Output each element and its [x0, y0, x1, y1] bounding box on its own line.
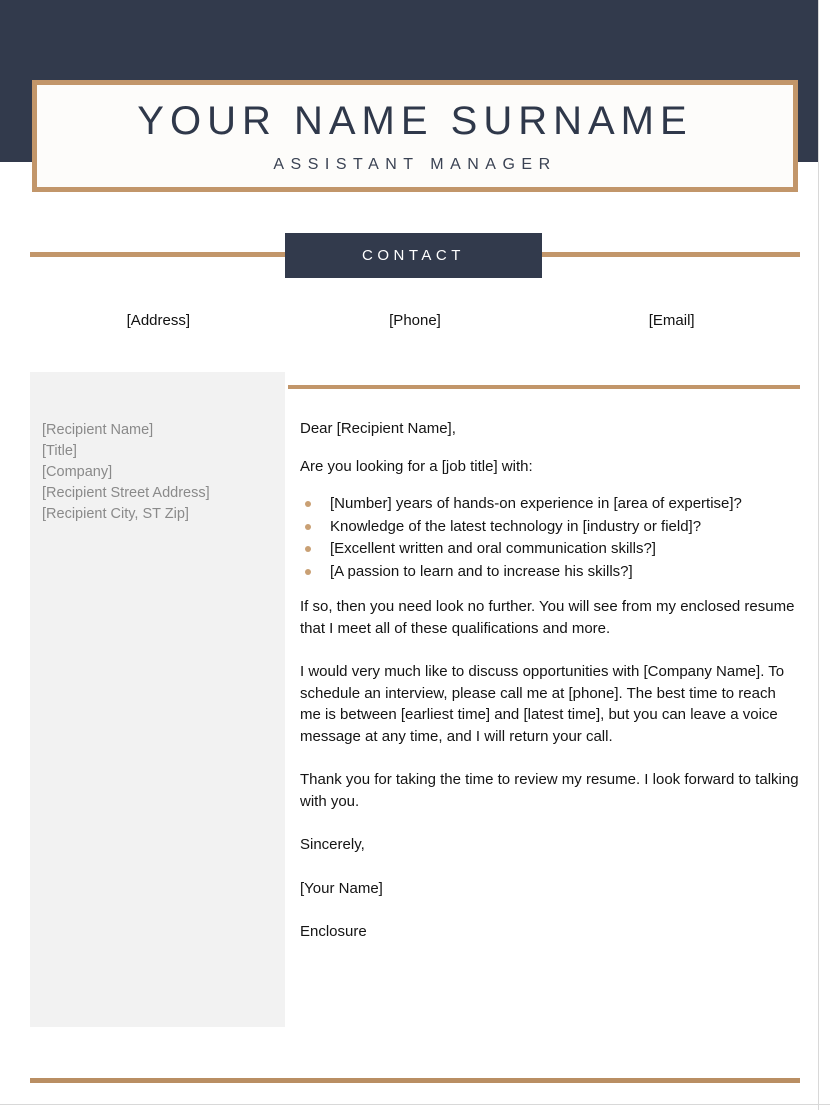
letter-paragraph-3[interactable]: Thank you for taking the time to review … — [300, 769, 800, 812]
list-item[interactable]: Knowledge of the latest technology in [i… — [300, 516, 800, 538]
recipient-city-line[interactable]: [Recipient City, ST Zip] — [42, 504, 275, 525]
applicant-job-title[interactable]: ASSISTANT MANAGER — [273, 156, 556, 174]
contact-section-label: CONTACT — [362, 247, 465, 264]
list-item[interactable]: [Number] years of hands-on experience in… — [300, 493, 800, 515]
contact-phone-field[interactable]: [Phone] — [287, 312, 544, 329]
letter-enclosure[interactable]: Enclosure — [300, 921, 800, 943]
applicant-name[interactable]: YOUR NAME SURNAME — [137, 100, 692, 142]
cover-letter-page: YOUR NAME SURNAME ASSISTANT MANAGER CONT… — [0, 0, 830, 1110]
contact-address-field[interactable]: [Address] — [30, 312, 287, 329]
letter-salutation[interactable]: Dear [Recipient Name], — [300, 418, 800, 440]
letter-closing[interactable]: Sincerely, — [300, 834, 800, 856]
letter-paragraph-1[interactable]: If so, then you need look no further. Yo… — [300, 596, 800, 639]
list-item[interactable]: [Excellent written and oral communicatio… — [300, 538, 800, 560]
recipient-name-line[interactable]: [Recipient Name] — [42, 420, 275, 441]
letter-body: Dear [Recipient Name], Are you looking f… — [300, 418, 800, 965]
recipient-address-block[interactable]: [Recipient Name] [Title] [Company] [Reci… — [42, 420, 275, 525]
recipient-company-line[interactable]: [Company] — [42, 462, 275, 483]
recipient-title-line[interactable]: [Title] — [42, 441, 275, 462]
letter-top-rule — [288, 385, 800, 389]
contact-email-field[interactable]: [Email] — [543, 312, 800, 329]
letter-intro-line[interactable]: Are you looking for a [job title] with: — [300, 456, 800, 478]
page-edge-right — [818, 0, 819, 1110]
contact-section-banner: CONTACT — [285, 233, 542, 278]
recipient-street-line[interactable]: [Recipient Street Address] — [42, 483, 275, 504]
list-item[interactable]: [A passion to learn and to increase his … — [300, 561, 800, 583]
page-edge-bottom — [0, 1104, 830, 1105]
contact-row: [Address] [Phone] [Email] — [30, 312, 800, 329]
letter-paragraph-2[interactable]: I would very much like to discuss opport… — [300, 661, 800, 747]
letter-signature-name[interactable]: [Your Name] — [300, 878, 800, 900]
footer-rule — [30, 1078, 800, 1083]
qualification-list: [Number] years of hands-on experience in… — [300, 493, 800, 582]
recipient-panel: [Recipient Name] [Title] [Company] [Reci… — [30, 372, 285, 1027]
name-title-box: YOUR NAME SURNAME ASSISTANT MANAGER — [32, 80, 798, 192]
